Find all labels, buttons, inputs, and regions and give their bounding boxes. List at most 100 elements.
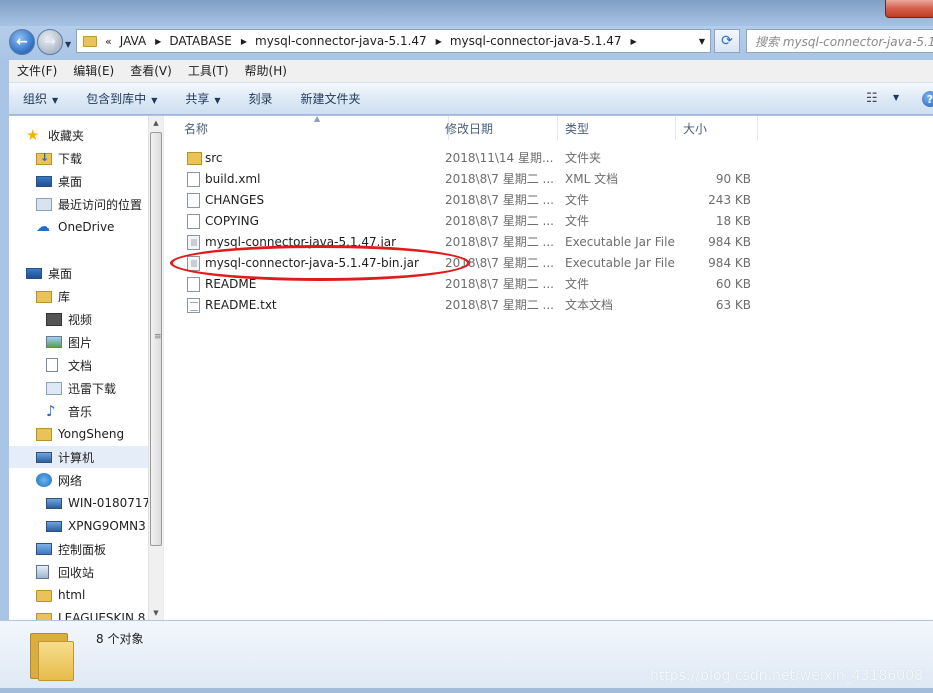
folder-icon [83,35,97,47]
help-icon[interactable]: ? [922,91,933,107]
navigation-row: ← → ▼ « JAVA ▶ DATABASE ▶ mysql-connecto… [0,26,933,58]
file-size: 984 KB [708,235,751,249]
menu-file[interactable]: 文件(F) [9,60,65,83]
nav-favorites[interactable]: ★ 收藏夹 [26,124,84,146]
file-size: 63 KB [715,298,751,312]
file-name: src [205,151,223,165]
file-type: 文本文档 [565,298,614,312]
nav-computer[interactable]: 计算机 [9,446,148,468]
nav-desktop-favorite[interactable]: 桌面 [36,170,82,192]
address-dropdown-button[interactable]: ▼ [694,30,710,52]
nav-user-folder[interactable]: YongSheng [36,423,124,445]
breadcrumb-arrow-icon[interactable]: ▶ [630,37,636,46]
share-button[interactable]: 共享 ▼ [171,90,234,107]
navigation-pane: ★ 收藏夹 下载 桌面 最近访问的位置 ☁ OneDrive 桌面 [9,116,148,620]
navigation-scrollbar[interactable]: ▲ ≡ ▼ [148,116,163,620]
nav-music[interactable]: ♪ 音乐 [46,400,92,422]
file-size: 18 KB [715,214,751,228]
search-input[interactable]: 搜索 mysql-connector-java-5.1.47 [746,29,933,53]
forward-button[interactable]: → [37,29,63,55]
text-file-icon [187,298,200,313]
nav-network-computer-2[interactable]: XPNG9OMN3 [46,515,146,537]
breadcrumb-connector-parent[interactable]: mysql-connector-java-5.1.47 [255,34,427,48]
nav-html-folder[interactable]: html [36,584,85,606]
control-panel-icon [36,543,52,555]
nav-leagueskin-folder[interactable]: LEAGUESKIN 8. [36,607,148,620]
menu-view[interactable]: 查看(V) [122,60,180,83]
address-overflow-chevron[interactable]: « [105,35,112,48]
breadcrumb-database[interactable]: DATABASE [169,34,232,48]
recent-pages-dropdown[interactable]: ▼ [65,40,71,49]
scrollbar-thumb[interactable]: ≡ [150,132,162,546]
back-button[interactable]: ← [9,29,35,55]
file-name: README.txt [205,298,277,312]
menu-edit[interactable]: 编辑(E) [65,60,122,83]
menu-help[interactable]: 帮助(H) [237,60,295,83]
file-size: 60 KB [715,277,751,291]
nav-label: WIN-0180717 [68,496,148,510]
refresh-icon: ⟳ [721,33,733,49]
breadcrumb-arrow-icon[interactable]: ▶ [155,37,161,46]
forward-arrow-icon: → [44,34,56,50]
nav-recent-places[interactable]: 最近访问的位置 [36,193,142,215]
nav-thunder-downloads[interactable]: 迅雷下载 [46,377,116,399]
column-header-type[interactable]: 类型 [558,116,676,140]
nav-videos[interactable]: 视频 [46,308,92,330]
column-header-size[interactable]: 大小 [676,116,758,140]
column-label: 类型 [565,121,590,136]
file-type: 文件 [565,277,590,291]
red-highlight-annotation [170,245,470,281]
column-header-name[interactable]: 名称 ▲ [177,114,449,140]
nav-label: 音乐 [68,404,93,419]
nav-label: 图片 [68,335,93,350]
refresh-button[interactable]: ⟳ [714,29,740,53]
nav-control-panel[interactable]: 控制面板 [36,538,106,560]
breadcrumb-java[interactable]: JAVA [120,34,146,48]
nav-network[interactable]: 网络 [36,469,82,491]
file-size: 90 KB [715,172,751,186]
view-dropdown-button[interactable]: ▼ [893,93,899,102]
file-type: Executable Jar File [565,235,675,249]
recycle-bin-icon [36,565,49,579]
nav-network-computer-1[interactable]: WIN-0180717 [46,492,148,514]
file-row[interactable]: src 2018\11\14 星期... 文件夹 [166,148,766,169]
breadcrumb-connector-current[interactable]: mysql-connector-java-5.1.47 [450,34,622,48]
burn-button[interactable]: 刻录 [235,90,287,107]
file-name: CHANGES [205,193,265,207]
nav-recycle-bin[interactable]: 回收站 [36,561,94,583]
scroll-down-icon[interactable]: ▼ [149,606,163,620]
view-options-icon[interactable]: ☷ [866,91,878,106]
file-row[interactable]: build.xml 2018\8\7 星期二 ... XML 文档 90 KB [166,169,766,190]
file-row[interactable]: COPYING 2018\8\7 星期二 ... 文件 18 KB [166,211,766,232]
share-label: 共享 [185,92,210,106]
nav-desktop[interactable]: 桌面 [26,262,72,284]
nav-label: 最近访问的位置 [58,197,143,212]
nav-pictures[interactable]: 图片 [46,331,92,353]
new-folder-button[interactable]: 新建文件夹 [287,90,375,107]
xml-file-icon [187,172,200,187]
chevron-down-icon: ▼ [214,96,221,105]
column-label: 名称 [184,121,209,136]
downloads-folder-icon [36,151,52,165]
nav-documents[interactable]: 文档 [46,354,92,376]
grip-icon: ≡ [154,332,162,342]
chevron-down-icon: ▼ [151,96,158,105]
breadcrumb-arrow-icon[interactable]: ▶ [241,37,247,46]
nav-libraries[interactable]: 库 [36,285,70,307]
nav-downloads[interactable]: 下载 [36,147,82,169]
nav-onedrive[interactable]: ☁ OneDrive [36,216,114,238]
include-in-library-button[interactable]: 包含到库中 ▼ [72,90,171,107]
address-bar[interactable]: « JAVA ▶ DATABASE ▶ mysql-connector-java… [76,29,711,53]
nav-label: html [58,588,86,602]
file-name: COPYING [205,214,259,228]
file-row[interactable]: README.txt 2018\8\7 星期二 ... 文本文档 63 KB [166,295,766,316]
breadcrumb-arrow-icon[interactable]: ▶ [436,37,442,46]
close-window-button[interactable] [885,0,933,18]
column-header-date[interactable]: 修改日期 [438,116,558,140]
thunder-download-icon [46,381,62,395]
scroll-up-icon[interactable]: ▲ [149,116,163,130]
organize-button[interactable]: 组织 ▼ [9,90,72,107]
file-row[interactable]: CHANGES 2018\8\7 星期二 ... 文件 243 KB [166,190,766,211]
menu-tools[interactable]: 工具(T) [180,60,237,83]
star-icon: ★ [26,126,40,144]
